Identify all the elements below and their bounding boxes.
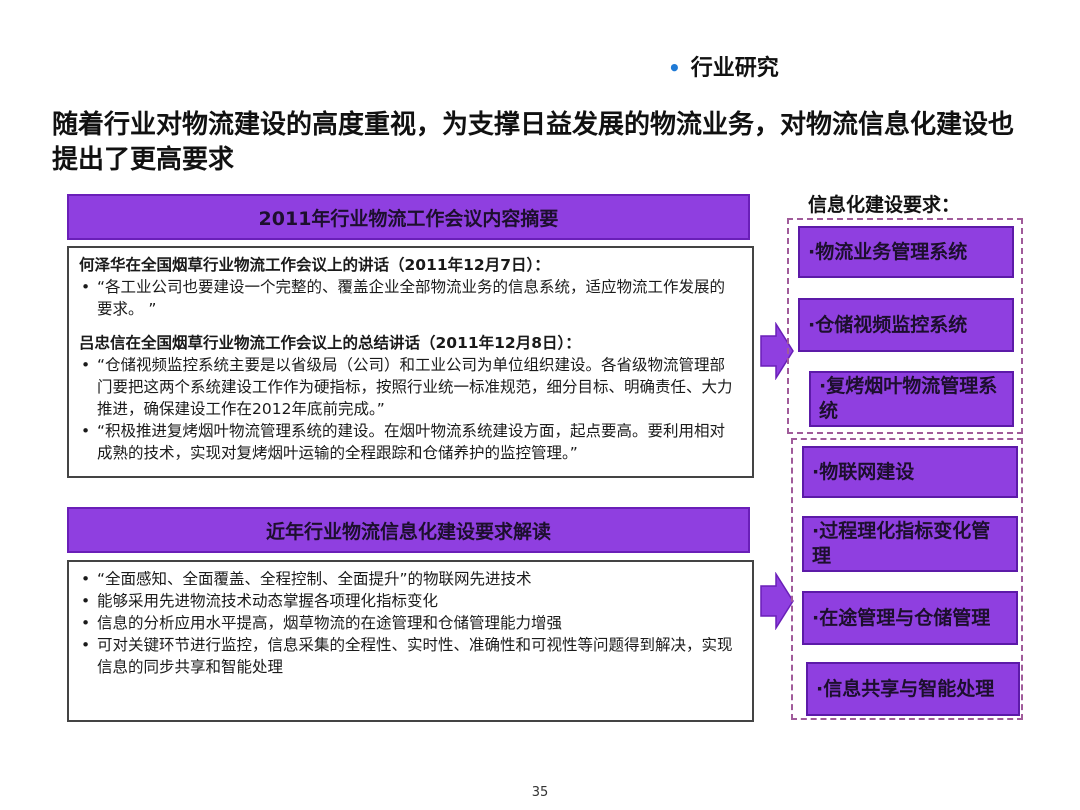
interpretation-content-box: • “全面感知、全面覆盖、全程控制、全面提升”的物联网先进技术 • 能够采用先进… bbox=[67, 560, 754, 722]
requirement-item: ·信息共享与智能处理 bbox=[806, 662, 1020, 716]
requirement-item: ·物流业务管理系统 bbox=[798, 226, 1014, 278]
speech-2-bullet-2-text: “积极推进复烤烟叶物流管理系统的建设。在烟叶物流系统建设方面，起点要高。要利用相… bbox=[97, 422, 726, 462]
speech-2-bullet-2: • “积极推进复烤烟叶物流管理系统的建设。在烟叶物流系统建设方面，起点要高。要利… bbox=[79, 420, 740, 464]
requirement-item-label: 仓储视频监控系统 bbox=[815, 313, 968, 336]
right-arrow-icon bbox=[760, 572, 794, 630]
interpretation-bullet-1: • “全面感知、全面覆盖、全程控制、全面提升”的物联网先进技术 bbox=[79, 568, 740, 590]
summary-heading-label: 2011年行业物流工作会议内容摘要 bbox=[258, 207, 559, 230]
interpretation-bullet-1-text: “全面感知、全面覆盖、全程控制、全面提升”的物联网先进技术 bbox=[97, 570, 532, 588]
bullet-icon: • bbox=[81, 636, 91, 654]
bullet-dot-icon: • bbox=[668, 56, 681, 80]
bullet-icon: • bbox=[81, 356, 91, 374]
bullet-icon: • bbox=[81, 570, 91, 588]
bullet-icon: • bbox=[81, 422, 91, 440]
bullet-icon: • bbox=[81, 278, 91, 296]
interpretation-bullet-3: • 信息的分析应用水平提高，烟草物流的在途管理和仓储管理能力增强 bbox=[79, 612, 740, 634]
speaker-2: 吕忠信在全国烟草行业物流工作会议上的总结讲话（2011年12月8日）： bbox=[79, 334, 581, 352]
requirement-item-label: 信息共享与智能处理 bbox=[823, 677, 995, 700]
section-tag-label: 行业研究 bbox=[690, 56, 779, 81]
requirement-item: ·仓储视频监控系统 bbox=[798, 298, 1014, 352]
summary-heading: 2011年行业物流工作会议内容摘要 bbox=[67, 194, 750, 240]
interpretation-bullet-2-text: 能够采用先进物流技术动态掌握各项理化指标变化 bbox=[97, 592, 439, 610]
summary-content-box: 何泽华在全国烟草行业物流工作会议上的讲话（2011年12月7日）： • “各工业… bbox=[67, 246, 754, 478]
requirement-item-label: 在途管理与仓储管理 bbox=[819, 606, 991, 629]
requirement-item-label: 物流业务管理系统 bbox=[815, 240, 968, 263]
bullet-icon: • bbox=[81, 614, 91, 632]
speech-2-bullet-1-text: “仓储视频监控系统主要是以省级局（公司）和工业公司为单位组织建设。各省级物流管理… bbox=[97, 356, 733, 418]
requirements-title: 信息化建设要求： bbox=[808, 194, 961, 216]
interpretation-bullet-3-text: 信息的分析应用水平提高，烟草物流的在途管理和仓储管理能力增强 bbox=[97, 614, 563, 632]
page-title: 随着行业对物流建设的高度重视，为支撑日益发展的物流业务，对物流信息化建设也提出了… bbox=[52, 110, 1015, 175]
requirement-item: ·过程理化指标变化管理 bbox=[802, 516, 1018, 572]
interpretation-bullet-4: • 可对关键环节进行监控，信息采集的全程性、实时性、准确性和可视性等问题得到解决… bbox=[79, 634, 740, 678]
requirement-item: ·在途管理与仓储管理 bbox=[802, 591, 1018, 645]
page-number: 35 bbox=[531, 785, 549, 800]
speech-1-bullet-1-text: “各工业公司也要建设一个完整的、覆盖企业全部物流业务的信息系统，适应物流工作发展… bbox=[97, 278, 726, 318]
speaker-1: 何泽华在全国烟草行业物流工作会议上的讲话（2011年12月7日）： bbox=[79, 256, 550, 274]
section-tag: • 行业研究 bbox=[668, 50, 779, 82]
interpretation-heading: 近年行业物流信息化建设要求解读 bbox=[67, 507, 750, 553]
bullet-icon: • bbox=[81, 592, 91, 610]
requirement-item-label: 过程理化指标变化管理 bbox=[812, 520, 991, 567]
interpretation-bullet-4-text: 可对关键环节进行监控，信息采集的全程性、实时性、准确性和可视性等问题得到解决，实… bbox=[97, 636, 733, 676]
requirement-item: ·复烤烟叶物流管理系统 bbox=[809, 371, 1014, 427]
interpretation-bullet-2: • 能够采用先进物流技术动态掌握各项理化指标变化 bbox=[79, 590, 740, 612]
requirement-item: ·物联网建设 bbox=[802, 446, 1018, 498]
requirement-item-label: 复烤烟叶物流管理系统 bbox=[819, 375, 998, 422]
speech-2-bullet-1: • “仓储视频监控系统主要是以省级局（公司）和工业公司为单位组织建设。各省级物流… bbox=[79, 354, 740, 420]
speech-1-bullet-1: • “各工业公司也要建设一个完整的、覆盖企业全部物流业务的信息系统，适应物流工作… bbox=[79, 276, 740, 320]
requirement-item-label: 物联网建设 bbox=[819, 460, 915, 483]
interpretation-heading-label: 近年行业物流信息化建设要求解读 bbox=[265, 520, 551, 543]
